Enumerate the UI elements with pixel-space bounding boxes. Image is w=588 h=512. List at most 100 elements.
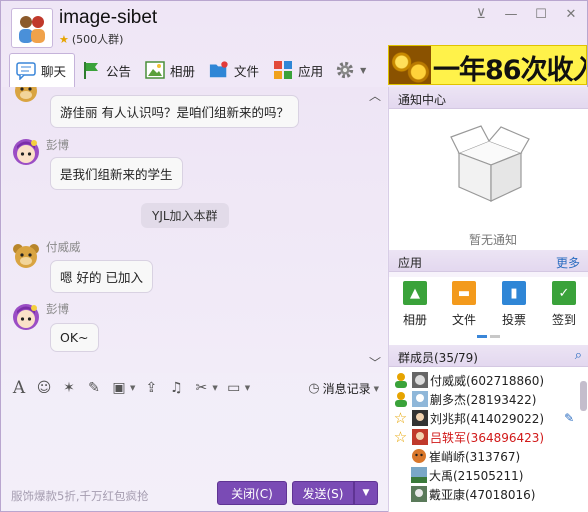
scroll-up-icon[interactable]: ︿	[369, 87, 381, 104]
member-name: 付威威(602718860)	[430, 373, 545, 388]
tab-album[interactable]: 相册	[139, 54, 203, 86]
member-item[interactable]: 付威威(602718860)	[392, 371, 544, 389]
admin-icon	[392, 391, 409, 407]
member-count: (500人群)	[71, 33, 124, 46]
pager-dot[interactable]	[490, 335, 500, 338]
search-icon[interactable]: ⌕	[575, 348, 582, 363]
member-item[interactable]: 大禹(21505211)	[410, 466, 523, 484]
admin-icon	[392, 372, 409, 388]
member-avatar	[411, 391, 428, 407]
ad-banner[interactable]: 一年86次收入	[388, 45, 587, 85]
tab-notice[interactable]: 公告	[75, 54, 139, 86]
app-album[interactable]: ▲ 相册	[397, 281, 433, 328]
upload-icon[interactable]: ⇪	[142, 379, 160, 397]
music-icon[interactable]: ♫	[167, 379, 185, 397]
member-item[interactable]: ☆ 吕轶军(364896423)	[392, 428, 544, 446]
screen-icon[interactable]: ▭	[225, 379, 243, 397]
app-vote[interactable]: ▮ 投票	[496, 281, 532, 328]
member-avatar	[411, 372, 428, 388]
font-icon[interactable]: A	[10, 378, 28, 398]
tab-apps-label: 应用	[298, 63, 324, 79]
bar-chart-icon: ▮	[502, 281, 526, 305]
clock-icon: ◷	[308, 381, 320, 396]
edit-icon[interactable]: ✎	[85, 379, 103, 397]
member-name: 刘兆邦(414029022)	[430, 411, 545, 426]
photo-icon: ▲	[403, 281, 427, 305]
avatar-girl[interactable]	[11, 302, 41, 332]
qq-group-chat-window: image-sibet ★ (500人群) ⊻ — ☐ ✕ 聊天 公告 相册 文…	[0, 0, 588, 512]
apps-body: ▲ 相册 ▬ 文件 ▮ 投票 ✓ 签到	[389, 277, 588, 345]
app-files[interactable]: ▬ 文件	[446, 281, 482, 328]
sender-name: 彭博	[46, 302, 69, 316]
message-bubble: 是我们组新来的学生	[50, 157, 183, 190]
avatar-bear[interactable]	[11, 87, 41, 105]
maximize-button[interactable]: ☐	[533, 7, 549, 22]
apps-header: 应用 更多	[389, 250, 588, 272]
member-avatar	[410, 448, 427, 464]
close-chat-button[interactable]: 关闭(C)	[217, 481, 287, 505]
avatar-bear[interactable]	[11, 241, 41, 271]
chevron-down-icon[interactable]: ▼	[212, 384, 217, 392]
members-scrollbar[interactable]	[580, 381, 587, 411]
tab-files[interactable]: 文件	[203, 54, 267, 86]
tab-chat-label: 聊天	[41, 64, 67, 79]
footer-ad-link[interactable]: 服饰爆款5折,千万红包疯抢	[11, 488, 148, 504]
tab-apps[interactable]: 应用	[267, 54, 331, 86]
folder-icon	[209, 60, 229, 80]
magic-icon[interactable]: ✶	[60, 379, 78, 397]
image-icon[interactable]: ▣	[110, 379, 128, 397]
message-bubble: 游佳丽 有人认识吗？是咱们组新来的吗？	[50, 95, 299, 128]
message-bubble: 嗯 好的 已加入	[50, 260, 153, 293]
sender-name: 彭博	[46, 138, 69, 152]
app-label: 相册	[402, 313, 427, 327]
minimize-button[interactable]: —	[503, 7, 519, 22]
star-icon: ★	[59, 32, 69, 46]
send-button[interactable]: 发送(S)	[292, 481, 354, 505]
chat-messages[interactable]: ︿ 游佳丽 有人认识吗？是咱们组新来的吗？ 彭博 是我们组新来的学生 YJL加入…	[2, 87, 387, 373]
member-item[interactable]: 崔峭峤(313767)	[410, 447, 520, 465]
app-checkin[interactable]: ✓ 签到	[546, 281, 582, 328]
history-button[interactable]: ◷ 消息记录 ▼	[308, 380, 379, 397]
apps-icon	[273, 60, 293, 80]
app-label: 签到	[551, 313, 576, 327]
members-list: 付威威(602718860) 蒯多杰(28193422) ☆ 刘兆邦(41402…	[389, 367, 588, 512]
tab-chat[interactable]: 聊天	[9, 53, 76, 87]
app-label: 投票	[501, 313, 526, 327]
star-icon: ☆	[393, 409, 408, 427]
member-name: 吕轶军(364896423)	[430, 430, 545, 445]
tab-files-label: 文件	[234, 63, 260, 79]
pin-icon[interactable]: ⊻	[473, 7, 489, 22]
member-item[interactable]: 戴亚康(47018016)	[410, 485, 535, 503]
chevron-down-icon: ▼	[362, 488, 370, 498]
message-input[interactable]	[2, 403, 387, 475]
scissors-icon[interactable]: ✂	[192, 379, 210, 397]
pager-dot[interactable]	[477, 335, 487, 338]
more-apps-link[interactable]: 更多	[556, 254, 580, 271]
notify-header: 通知中心	[389, 87, 588, 109]
group-subtitle: ★ (500人群)	[59, 31, 123, 47]
checkmark-icon: ✓	[552, 281, 576, 305]
chevron-down-icon[interactable]: ▼	[130, 384, 135, 392]
sender-name: 付威威	[46, 240, 81, 254]
group-avatar-icon	[19, 16, 45, 43]
edit-icon[interactable]: ✎	[564, 411, 574, 425]
member-avatar	[411, 429, 428, 445]
chevron-down-icon[interactable]: ▼	[245, 384, 250, 392]
send-options-button[interactable]: ▼	[354, 481, 378, 505]
settings-menu[interactable]: ▼	[331, 54, 370, 86]
close-button[interactable]: ✕	[563, 7, 579, 22]
avatar-girl[interactable]	[11, 137, 41, 167]
member-item[interactable]: ☆ 刘兆邦(414029022) ✎	[392, 409, 574, 427]
member-name: 崔峭峤(313767)	[429, 449, 521, 464]
group-avatar[interactable]	[11, 8, 53, 48]
app-label: 文件	[451, 313, 476, 327]
notify-body: 暂无通知	[389, 109, 588, 254]
emoji-icon[interactable]: ☺	[35, 379, 53, 397]
ad-banner-text: 一年86次收入	[433, 55, 587, 85]
member-item[interactable]: 蒯多杰(28193422)	[392, 390, 536, 408]
chat-icon	[16, 61, 36, 81]
scroll-down-icon[interactable]: ﹀	[369, 354, 381, 371]
flag-icon	[81, 60, 101, 80]
window-controls: ⊻ — ☐ ✕	[473, 7, 579, 22]
apps-pager[interactable]	[477, 335, 500, 338]
